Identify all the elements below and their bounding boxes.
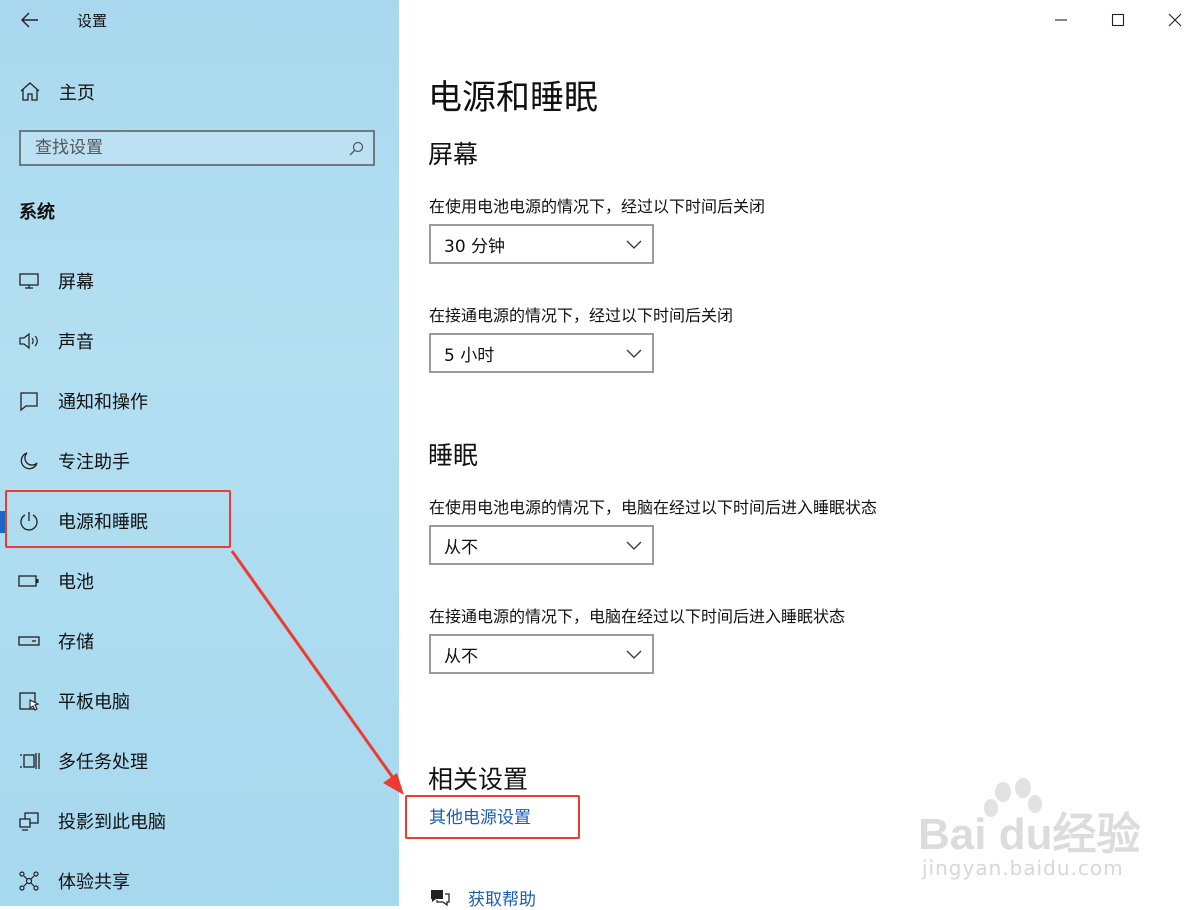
dropdown-value: 30 分钟: [444, 236, 506, 257]
share-icon: [17, 869, 41, 893]
annotation-box-power: [5, 490, 231, 548]
sleep-battery-label: 在使用电池电源的情况下，电脑在经过以下时间后进入睡眠状态: [429, 498, 878, 517]
section-label: 系统: [19, 202, 55, 223]
sidebar-item-label: 投影到此电脑: [58, 812, 166, 833]
moon-icon: [17, 449, 41, 473]
sidebar-item-label: 多任务处理: [58, 752, 148, 773]
sidebar-item-label: 屏幕: [58, 272, 94, 293]
window-title: 设置: [77, 12, 108, 30]
sidebar-item-multitasking[interactable]: 多任务处理: [0, 736, 399, 786]
sidebar-item-project[interactable]: 投影到此电脑: [0, 796, 399, 846]
sidebar-item-shared-experiences[interactable]: 体验共享: [0, 856, 399, 906]
sidebar-item-label: 体验共享: [58, 872, 130, 893]
close-button[interactable]: [1161, 6, 1189, 34]
sleep-plugged-label: 在接通电源的情况下，电脑在经过以下时间后进入睡眠状态: [429, 607, 846, 626]
screen-plugged-label: 在接通电源的情况下，经过以下时间后关闭: [429, 306, 734, 325]
home-icon: [20, 82, 40, 101]
sleep-plugged-dropdown[interactable]: 从不: [429, 634, 654, 674]
section-heading-related: 相关设置: [428, 765, 529, 794]
watermark-brand: Bai du经验: [918, 810, 1141, 859]
chevron-down-icon: [626, 240, 642, 249]
search-box[interactable]: [19, 130, 375, 166]
sidebar-item-storage[interactable]: 存储: [0, 616, 399, 666]
minimize-button[interactable]: [1047, 6, 1075, 34]
monitor-icon: [17, 269, 41, 293]
sidebar-item-label: 存储: [58, 632, 94, 653]
close-icon: [1168, 13, 1182, 27]
screen-battery-label: 在使用电池电源的情况下，经过以下时间后关闭: [429, 197, 766, 216]
search-input[interactable]: [35, 137, 335, 159]
screen-plugged-dropdown[interactable]: 5 小时: [429, 333, 654, 373]
sidebar-item-label: 通知和操作: [58, 392, 148, 413]
watermark-url: jingyan.baidu.com: [922, 856, 1124, 880]
sidebar-item-notifications[interactable]: 通知和操作: [0, 376, 399, 426]
sidebar-item-label: 平板电脑: [58, 692, 130, 713]
dropdown-value: 从不: [444, 537, 478, 558]
speaker-icon: [17, 329, 41, 353]
sidebar-item-label: 电池: [58, 572, 94, 593]
sidebar-item-home[interactable]: 主页: [18, 78, 95, 106]
sidebar-item-tablet[interactable]: 平板电脑: [0, 676, 399, 726]
sleep-battery-dropdown[interactable]: 从不: [429, 525, 654, 565]
minimize-icon: [1055, 19, 1067, 21]
chevron-down-icon: [626, 349, 642, 358]
storage-icon: [17, 629, 41, 653]
maximize-button[interactable]: [1104, 6, 1132, 34]
sidebar-item-label: 专注助手: [58, 452, 130, 473]
notification-icon: [17, 389, 41, 413]
section-heading-sleep: 睡眠: [428, 441, 479, 470]
back-arrow-icon[interactable]: [18, 8, 42, 32]
tablet-icon: [17, 689, 41, 713]
sidebar-item-label: 声音: [58, 332, 94, 353]
annotation-box-link: [405, 795, 580, 839]
help-chat-icon: [431, 889, 450, 906]
battery-icon: [17, 569, 41, 593]
multitask-icon: [17, 749, 41, 773]
section-heading-screen: 屏幕: [428, 140, 479, 169]
chevron-down-icon: [626, 541, 642, 550]
sidebar-item-focus-assist[interactable]: 专注助手: [0, 436, 399, 486]
help-label: 获取帮助: [468, 890, 536, 910]
maximize-icon: [1111, 13, 1125, 27]
search-icon[interactable]: [348, 140, 365, 157]
sidebar: 设置 主页 系统 屏幕 声音 通知和操作 专注助: [0, 0, 399, 906]
get-help-link[interactable]: 获取帮助: [428, 885, 536, 910]
sidebar-item-label: 主页: [59, 83, 95, 104]
dropdown-value: 从不: [444, 646, 478, 667]
sidebar-item-display[interactable]: 屏幕: [0, 256, 399, 306]
screen-battery-dropdown[interactable]: 30 分钟: [429, 224, 654, 264]
project-icon: [17, 809, 41, 833]
sidebar-item-sound[interactable]: 声音: [0, 316, 399, 366]
sidebar-item-battery[interactable]: 电池: [0, 556, 399, 606]
dropdown-value: 5 小时: [444, 345, 495, 366]
page-title: 电源和睡眠: [428, 78, 598, 118]
chevron-down-icon: [626, 650, 642, 659]
